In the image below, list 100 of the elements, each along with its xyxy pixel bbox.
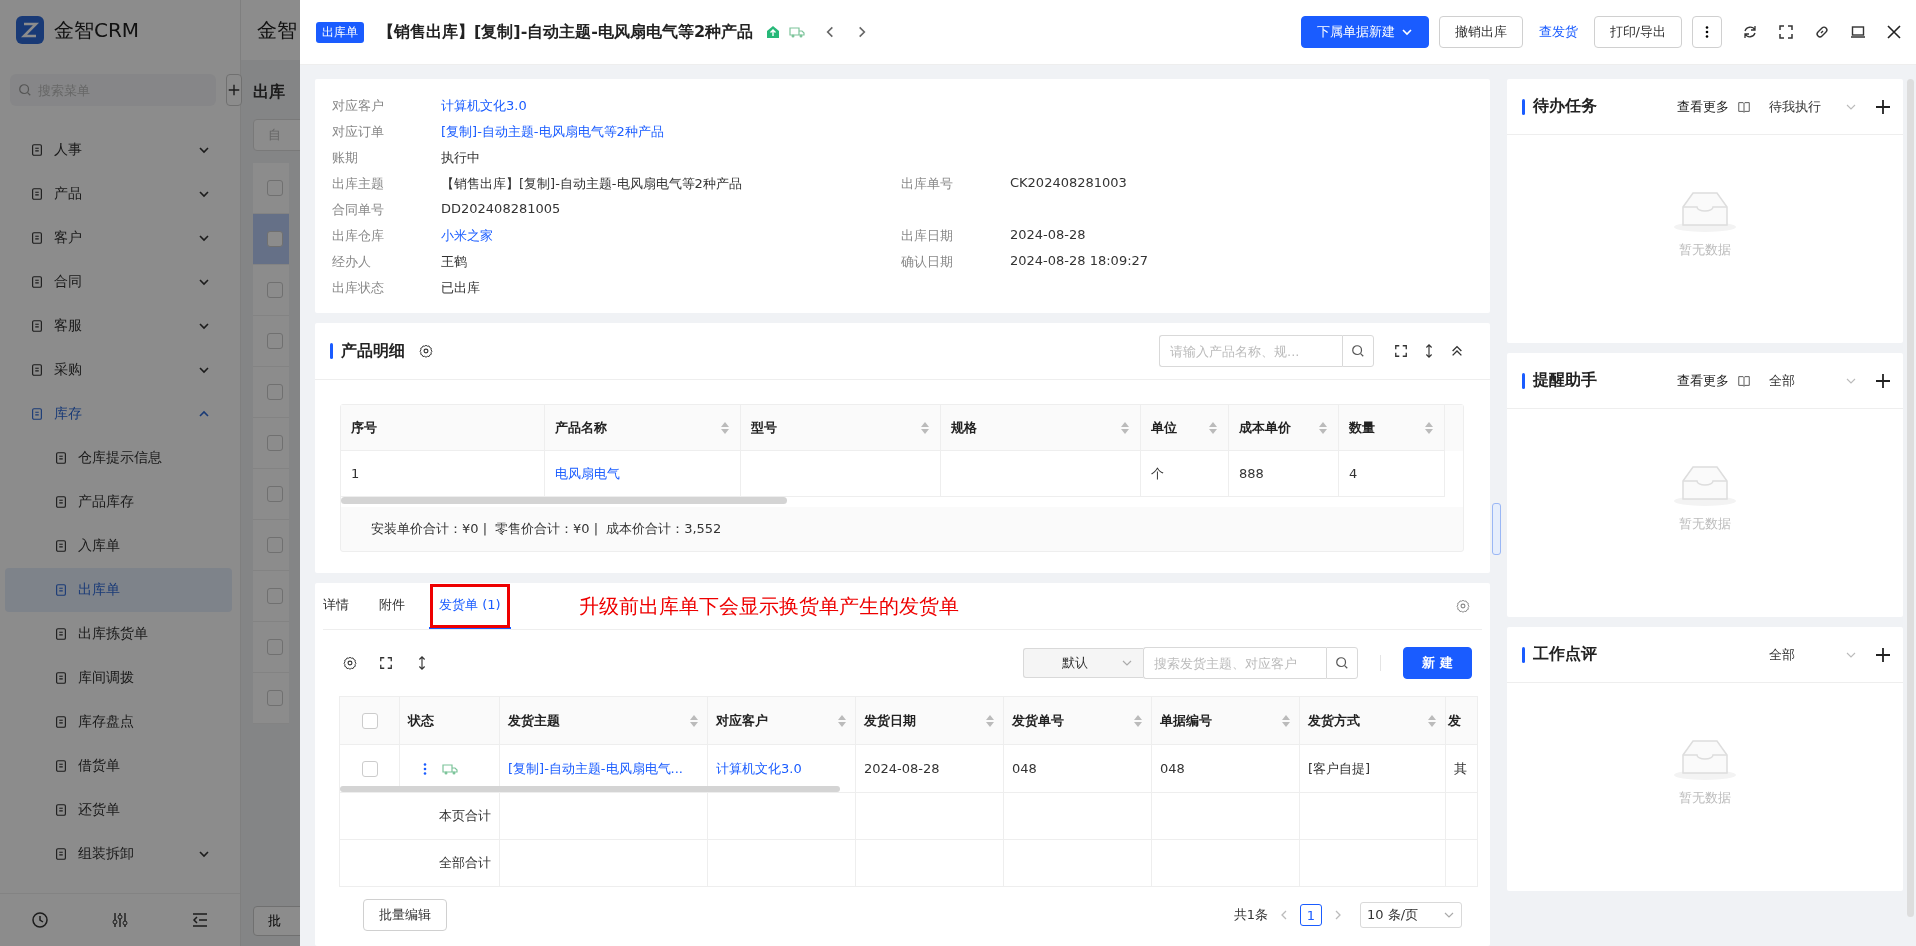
column-header[interactable]: 发 [1446,697,1478,745]
table-row[interactable] [253,418,289,469]
sort-icon[interactable] [720,420,730,435]
table-row[interactable] [253,520,289,571]
checkbox[interactable] [267,588,283,604]
submenu-item[interactable]: 组装拆卸 [0,832,240,876]
table-row[interactable] [253,214,289,265]
vertical-scrollbar[interactable] [1907,79,1914,917]
fullscreen-icon[interactable] [1394,344,1408,358]
fullscreen-icon[interactable] [379,656,393,670]
field-link[interactable]: 小米之家 [441,227,493,245]
collapse-menu-icon[interactable] [191,911,209,929]
upload-icon[interactable] [765,24,782,40]
checkbox[interactable] [267,180,283,196]
search-button[interactable] [1326,647,1359,679]
shipment-search-field[interactable]: 搜索发货主题、对应客户 [1143,647,1327,679]
new-sub-document-button[interactable]: 下属单据新建 [1300,16,1429,48]
sort-icon[interactable] [920,420,930,435]
table-row[interactable] [253,469,289,520]
new-button[interactable]: 新 建 [1403,647,1472,679]
refresh-icon[interactable] [1742,24,1758,40]
table-row[interactable] [253,622,289,673]
submenu-item[interactable]: 出库拣货单 [0,612,240,656]
column-header[interactable]: 对应客户 [708,697,856,745]
submenu-item[interactable]: 还货单 [0,788,240,832]
checkbox[interactable] [267,639,283,655]
settings-icon[interactable] [419,344,433,358]
truck-icon[interactable] [789,24,806,40]
submenu-item[interactable]: 仓库提示信息 [0,436,240,480]
checkbox[interactable] [267,333,283,349]
filter-select[interactable]: 全部 [1769,645,1857,664]
settings-icon[interactable] [343,656,357,670]
field-link[interactable]: 计算机文化3.0 [441,97,527,115]
menu-item[interactable]: 合同 [0,260,240,304]
column-header[interactable]: 发货主题 [500,697,708,745]
close-icon[interactable] [1886,24,1902,40]
side-panel-toggle[interactable] [1492,503,1501,555]
checkbox[interactable] [267,690,283,706]
shipment-link[interactable]: [复制]-自动主题-电风扇电气... [508,759,683,778]
fullscreen-icon[interactable] [1778,24,1794,40]
row-checkbox[interactable] [361,760,378,777]
filter-select[interactable]: 待我执行 [1769,97,1857,116]
submenu-item[interactable]: 库间调拨 [0,656,240,700]
sort-icon[interactable] [1133,713,1143,728]
product-search-field[interactable]: 请输入产品名称、规... [1159,335,1342,367]
checkbox[interactable] [267,384,283,400]
product-link[interactable]: 电风扇电气 [555,464,620,483]
tab[interactable]: 附件 [379,583,417,629]
search-button[interactable] [1342,335,1374,367]
more-button[interactable] [1692,16,1722,48]
submenu-item[interactable]: 入库单 [0,524,240,568]
menu-item[interactable]: 客户 [0,216,240,260]
checkbox[interactable] [267,537,283,553]
column-header[interactable]: 单据编号 [1152,697,1300,745]
menu-item[interactable]: 库存 [0,392,240,436]
tab[interactable]: 详情 [323,583,361,629]
column-header[interactable]: 状态 [400,697,500,745]
submenu-item[interactable]: 借货单 [0,744,240,788]
add-button[interactable] [226,74,242,106]
table-row[interactable] [253,673,289,724]
table-row[interactable] [253,367,289,418]
sort-icon[interactable] [689,713,699,728]
sort-icon[interactable] [1318,420,1328,435]
page-number[interactable]: 1 [1300,904,1322,926]
customer-link[interactable]: 计算机文化3.0 [716,759,802,778]
checkbox[interactable] [267,282,283,298]
submenu-item[interactable]: 产品库存 [0,480,240,524]
add-icon[interactable] [1875,372,1891,389]
sort-icon[interactable] [985,713,995,728]
menu-item[interactable]: 采购 [0,348,240,392]
checkbox[interactable] [267,486,283,502]
submenu-item[interactable]: 库存盘点 [0,700,240,744]
batch-button[interactable]: 批 [253,906,301,936]
column-header[interactable]: 发货方式 [1300,697,1446,745]
horizontal-scrollbar[interactable] [341,497,787,504]
collapse-icon[interactable] [1450,344,1464,358]
horizontal-scrollbar[interactable] [340,786,840,792]
monitor-icon[interactable] [1850,24,1866,40]
field-link[interactable]: [复制]-自动主题-电风扇电气等2种产品 [441,123,664,141]
table-row[interactable] [253,163,289,214]
column-header[interactable]: 发货单号 [1004,697,1152,745]
sort-icon[interactable] [1208,420,1218,435]
view-more-link[interactable]: 查看更多 [1677,371,1729,390]
sort-icon[interactable] [1424,420,1434,435]
table-row[interactable] [253,571,289,622]
column-header[interactable]: 发货日期 [856,697,1004,745]
link-icon[interactable] [1814,24,1830,40]
sliders-icon[interactable] [111,911,129,929]
menu-item[interactable]: 产品 [0,172,240,216]
checkbox[interactable] [267,435,283,451]
view-select[interactable]: 默认 [1023,648,1144,678]
submenu-item[interactable]: 出库单 [5,568,232,612]
history-icon[interactable] [31,911,49,929]
add-icon[interactable] [1875,646,1891,663]
menu-item[interactable]: 人事 [0,128,240,172]
sort-icon[interactable] [1281,713,1291,728]
sort-icon[interactable] [837,713,847,728]
add-icon[interactable] [1875,98,1891,115]
action-button[interactable]: 撤销出库 [1438,16,1523,48]
table-row[interactable] [253,316,289,367]
